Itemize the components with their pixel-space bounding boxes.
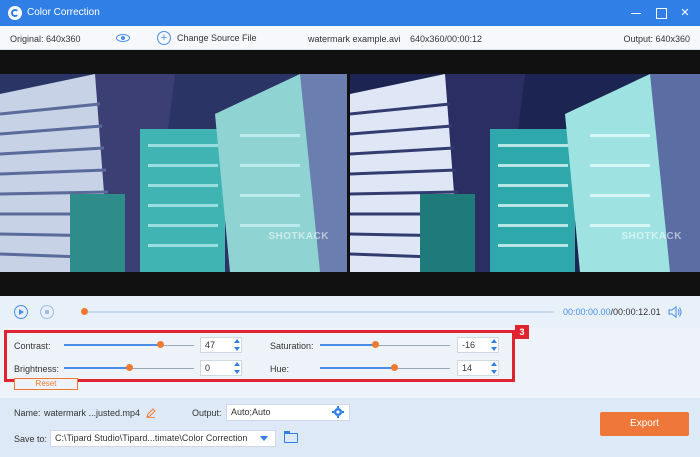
- pencil-icon[interactable]: [146, 408, 156, 418]
- window-title: Color Correction: [27, 7, 100, 18]
- total-time: /00:00:12.01: [610, 307, 661, 317]
- watermark-logo: SHOTKACK: [621, 231, 682, 242]
- saturation-spinner[interactable]: [490, 337, 498, 353]
- source-file-info: 640x360/00:00:12: [410, 34, 483, 44]
- brightness-label: Brightness:: [14, 364, 60, 374]
- seek-handle[interactable]: [81, 308, 88, 315]
- saturation-slider-fill: [320, 344, 375, 346]
- contrast-slider-fill: [64, 344, 160, 346]
- play-button[interactable]: [14, 305, 28, 319]
- seek-bar[interactable]: [84, 311, 554, 313]
- step-badge: 3: [515, 325, 529, 339]
- footer-bar: Name: watermark ...justed.mp4 Output: Au…: [0, 398, 700, 457]
- hue-label: Hue:: [270, 364, 290, 374]
- output-file-name: watermark ...justed.mp4: [44, 408, 141, 418]
- reset-button[interactable]: Reset: [14, 378, 78, 390]
- eye-icon[interactable]: [116, 34, 130, 42]
- original-video-frame: [0, 74, 347, 272]
- hue-spinner[interactable]: [490, 360, 498, 376]
- original-resolution: Original: 640x360: [10, 34, 81, 44]
- hue-slider-handle[interactable]: [391, 364, 398, 371]
- save-path-field[interactable]: C:\Tipard Studio\Tipard...timate\Color C…: [50, 430, 276, 447]
- plus-icon: +: [157, 31, 171, 45]
- original-preview: SHOTKACK: [0, 74, 347, 272]
- close-button[interactable]: ✕: [676, 4, 694, 22]
- change-source-label: Change Source File: [177, 33, 257, 43]
- brightness-slider-fill: [64, 367, 129, 369]
- output-video-frame: [350, 74, 700, 272]
- title-bar: Color Correction ✕: [0, 0, 700, 26]
- hue-slider-fill: [320, 367, 394, 369]
- name-label: Name:: [14, 408, 41, 418]
- maximize-button[interactable]: [652, 4, 670, 22]
- stop-button[interactable]: [40, 305, 54, 319]
- app-logo-icon: [8, 6, 22, 20]
- output-preview: SHOTKACK: [350, 74, 700, 272]
- brightness-slider-handle[interactable]: [126, 364, 133, 371]
- saturation-label: Saturation:: [270, 341, 314, 351]
- info-bar: Original: 640x360 + Change Source File w…: [0, 26, 700, 50]
- playback-time: 00:00:00.00/00:00:12.01: [563, 307, 661, 317]
- adjustment-panel: 3 Contrast: 47 Saturation: -16 Brightnes…: [0, 325, 700, 398]
- saturation-slider-handle[interactable]: [372, 341, 379, 348]
- video-preview-area: SHOTKACK SHOTKACK: [0, 50, 700, 296]
- brightness-spinner[interactable]: [233, 360, 241, 376]
- current-time: 00:00:00.00: [563, 307, 611, 317]
- chevron-down-icon[interactable]: [260, 436, 268, 441]
- contrast-spinner[interactable]: [233, 337, 241, 353]
- highlight-box: 3: [4, 325, 529, 382]
- watermark-logo: SHOTKACK: [268, 231, 329, 242]
- output-label: Output:: [192, 408, 222, 418]
- playback-bar: 00:00:00.00/00:00:12.01: [0, 296, 700, 328]
- volume-icon[interactable]: [668, 306, 682, 318]
- save-to-label: Save to:: [14, 434, 48, 444]
- export-button[interactable]: Export: [600, 412, 689, 436]
- source-file-name: watermark example.avi: [308, 34, 401, 44]
- output-resolution: Output: 640x360: [623, 34, 690, 44]
- folder-icon[interactable]: [284, 431, 298, 443]
- minimize-button[interactable]: [627, 4, 645, 22]
- contrast-slider-handle[interactable]: [157, 341, 164, 348]
- contrast-label: Contrast:: [14, 341, 51, 351]
- gear-icon[interactable]: [332, 406, 344, 418]
